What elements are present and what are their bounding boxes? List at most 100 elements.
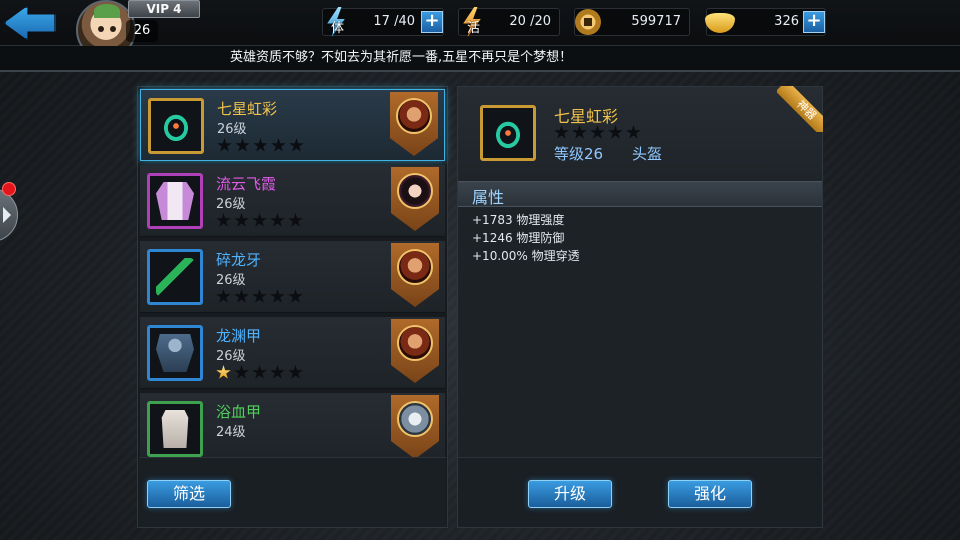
stamina-bolt-icon: 体 [319,5,353,39]
gold-ingot-icon [703,5,737,39]
star-icon [217,138,232,152]
gold-resource: 326 + [703,5,826,39]
energy-resource: 活 20 /20 [455,5,560,39]
energy-value: 20 /20 [509,14,551,29]
star-icon [252,365,267,379]
star-rating [217,138,304,153]
upgrade-button[interactable]: 升级 [528,480,612,508]
ribbon-label: 神器 [777,86,823,132]
star-icon [234,213,249,227]
equipped-hero-badge [390,92,438,156]
hero-portrait [397,401,433,437]
star-icon [270,213,285,227]
equipment-list-panel: 七星虹彩 26级 流云飞霞 26级 碎龙牙 26级 龙渊甲 26级 浴血甲 24… [137,86,448,528]
equipment-name: 浴血甲 [216,403,262,421]
star-icon [554,125,569,139]
equipment-name: 碎龙牙 [216,251,262,269]
attributes-title: 属性 [472,188,505,207]
top-bar: 26 VIP 4 体 17 /40 + 活 20 /20 599717 326 … [0,0,960,60]
detail-footer: 升级 强化 [458,457,822,527]
avatar-eye [110,26,116,32]
star-icon [253,138,268,152]
star-icon [216,289,231,303]
star-icon [235,138,250,152]
equipment-item[interactable]: 碎龙牙 26级 [140,241,445,313]
avatar-hair [94,4,120,18]
equipment-item[interactable]: 浴血甲 24级 [140,393,445,465]
equipment-level: 26级 [216,349,246,364]
hero-portrait [397,173,433,209]
star-icon [288,213,303,227]
star-icon [216,365,231,379]
attributes-list: +1783 物理强度 +1246 物理防御 +10.00% 物理穿透 [472,211,580,265]
detail-header: 七星虹彩 等级26 头盔 神器 [458,86,823,181]
gold-value: 326 [774,14,799,29]
star-icon [608,125,623,139]
back-arrow-icon[interactable] [4,6,56,40]
attributes-header: 属性 [458,181,822,207]
coin-resource: 599717 [574,8,690,36]
stamina-label: 体 [331,21,345,36]
star-icon [252,213,267,227]
star-icon [271,138,286,152]
equipment-item[interactable]: 流云飞霞 26级 [140,165,445,237]
equipment-name: 流云飞霞 [216,175,277,193]
star-icon [572,125,587,139]
star-icon [289,138,304,152]
coin-icon [571,5,605,39]
equipped-hero-badge [391,319,439,383]
enhance-button[interactable]: 强化 [668,480,752,508]
armor-icon [147,325,203,381]
star-icon [216,213,231,227]
filter-button[interactable]: 筛选 [147,480,231,508]
detail-level: 等级26 [554,145,604,163]
stamina-resource: 体 17 /40 + [319,5,444,39]
gold-plus-button[interactable]: + [803,11,825,33]
coin-value: 599717 [631,14,681,29]
bracelet-icon [480,105,536,161]
hero-portrait [396,98,432,134]
energy-label: 活 [467,21,481,36]
detail-name: 七星虹彩 [554,107,619,126]
equipped-hero-badge [391,395,439,459]
star-rating [216,365,303,380]
star-icon [270,365,285,379]
sword-icon [147,249,203,305]
stamina-plus-button[interactable]: + [421,11,443,33]
equipment-level: 26级 [216,273,246,288]
attribute-line: +1783 物理强度 [472,213,565,227]
avatar-eye [98,26,104,32]
equipment-detail-panel: 七星虹彩 等级26 头盔 神器 属性 +1783 物理强度 +1246 物理防御… [457,86,823,528]
equipped-hero-badge [391,243,439,307]
equipment-level: 24级 [216,425,246,440]
player-level: 26 [126,20,158,42]
bracelet-icon [148,98,204,154]
hero-portrait [397,249,433,285]
artifact-ribbon: 神器 [777,86,823,132]
star-icon [288,289,303,303]
equipped-hero-badge [391,167,439,231]
star-icon [234,289,249,303]
vip-badge[interactable]: VIP 4 [128,0,200,18]
star-icon [252,289,267,303]
energy-bolt-icon: 活 [455,5,489,39]
detail-star-rating [554,125,641,140]
vest-icon [147,401,203,457]
chevron-right-icon [3,207,11,223]
notification-dot [2,182,16,196]
equipment-level: 26级 [216,197,246,212]
equipment-item[interactable]: 七星虹彩 26级 [140,89,445,161]
equipment-name: 七星虹彩 [217,100,278,118]
equipment-name: 龙渊甲 [216,327,262,345]
star-icon [288,365,303,379]
star-icon [626,125,641,139]
announcement-marquee: 英雄资质不够？不如去为其祈愿一番,五星不再只是个梦想！ [0,46,960,70]
equipment-item[interactable]: 龙渊甲 26级 [140,317,445,389]
robe-icon [147,173,203,229]
star-icon [234,365,249,379]
hero-portrait [397,325,433,361]
attribute-line: +10.00% 物理穿透 [472,249,580,263]
star-icon [270,289,285,303]
equipment-level: 26级 [217,122,247,137]
star-rating [216,289,303,304]
